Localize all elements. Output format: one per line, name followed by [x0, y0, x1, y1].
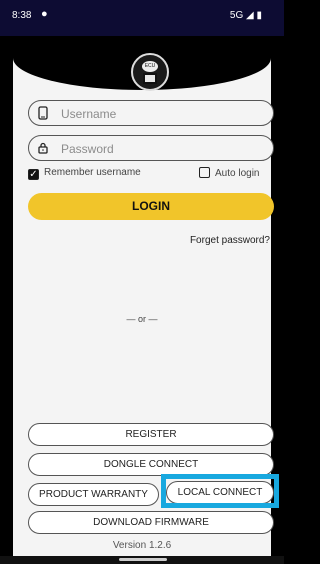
username-field[interactable] — [28, 100, 274, 126]
dongle-connect-button[interactable]: DONGLE CONNECT — [28, 453, 274, 476]
dongle-icon — [143, 73, 157, 84]
status-time: 8:38 — [12, 10, 32, 21]
register-button[interactable]: REGISTER — [28, 423, 274, 446]
remember-checkbox[interactable]: ✓ — [28, 169, 39, 180]
password-field[interactable] — [28, 135, 274, 161]
auto-login-checkbox[interactable] — [199, 167, 210, 178]
network-label: 5G — [229, 10, 244, 21]
ecu-avatar: ECU — [131, 53, 169, 91]
phone-icon — [38, 106, 48, 120]
forget-password-link[interactable]: Forget password? — [190, 235, 270, 246]
home-indicator[interactable] — [119, 558, 167, 561]
version-label: Version 1.2.6 — [112, 540, 172, 551]
navigation-bar — [0, 556, 284, 564]
status-bar: 8:38 ● 5G ◢ ▮ — [0, 0, 284, 36]
ecu-logo-icon: ECU — [142, 61, 158, 72]
chat-icon: ● — [41, 8, 48, 20]
product-warranty-button[interactable]: PRODUCT WARRANTY — [28, 483, 159, 506]
auto-login[interactable]: Auto login — [199, 167, 259, 183]
username-input[interactable] — [59, 106, 263, 122]
lock-icon — [38, 142, 48, 154]
or-divider: — or — — [126, 314, 158, 324]
download-firmware-button[interactable]: DOWNLOAD FIRMWARE — [28, 511, 274, 534]
login-button[interactable]: LOGIN — [28, 193, 274, 220]
local-connect-highlight — [161, 474, 279, 508]
status-network: 5G ◢ ▮ — [229, 10, 262, 21]
auto-login-label: Auto login — [215, 168, 260, 179]
app-screen: 8:38 ● 5G ◢ ▮ ECU ✓ Remember username Aut… — [0, 0, 284, 564]
remember-label: Remember username — [44, 167, 141, 178]
password-input[interactable] — [59, 141, 263, 157]
remember-username[interactable]: ✓ Remember username — [28, 167, 141, 183]
